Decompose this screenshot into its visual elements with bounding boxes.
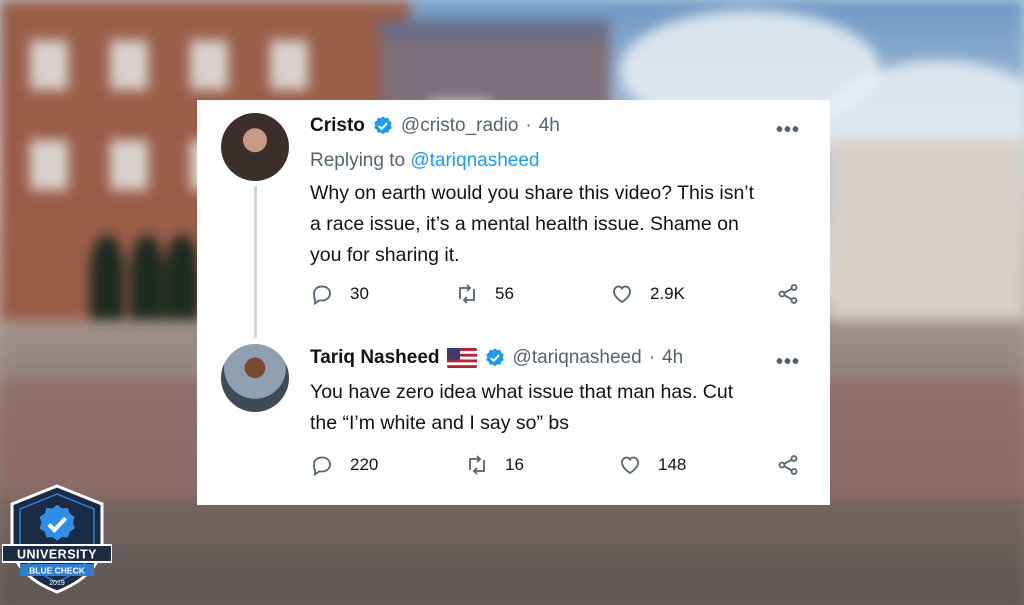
us-flag-icon xyxy=(446,348,477,368)
heart-icon xyxy=(621,456,639,475)
retweet-icon xyxy=(469,455,485,475)
badge-year: 2019 xyxy=(49,580,65,587)
more-options-icon[interactable]: ••• xyxy=(776,351,800,374)
replying-to: Replying to @tariqnasheed xyxy=(310,150,540,172)
separator-dot: · xyxy=(525,115,532,136)
more-options-icon[interactable]: ••• xyxy=(776,119,800,142)
like-count: 2.9K xyxy=(650,284,685,303)
tweet-text-line: You have zero idea what issue that man h… xyxy=(310,381,734,403)
like-button[interactable]: 2.9K xyxy=(610,282,685,306)
retweet-button[interactable]: 16 xyxy=(465,453,524,477)
tweet-actions: 220 16 148 xyxy=(310,453,820,483)
avatar[interactable] xyxy=(221,344,289,412)
reply-icon xyxy=(313,285,331,306)
retweet-icon xyxy=(459,284,475,304)
display-name[interactable]: Tariq Nasheed xyxy=(310,347,440,369)
tweet-text: You have zero idea what issue that man h… xyxy=(310,377,810,439)
share-icon xyxy=(778,455,798,475)
tweet-header: Tariq Nasheed @tariqnasheed · 4h xyxy=(310,347,683,369)
badge-subtitle: BLUE CHECK xyxy=(29,566,86,576)
display-name[interactable]: Cristo xyxy=(310,115,365,137)
share-button[interactable] xyxy=(776,453,800,477)
reply-count: 220 xyxy=(350,455,379,474)
reply-count: 30 xyxy=(350,284,369,303)
tweet-text-line: you for sharing it. xyxy=(310,244,460,266)
replying-mention-link[interactable]: @tariqnasheed xyxy=(410,150,539,171)
retweet-count: 16 xyxy=(505,455,524,474)
reply-button[interactable]: 30 xyxy=(310,282,369,306)
like-count: 148 xyxy=(658,455,687,474)
heart-icon xyxy=(613,285,631,304)
tweet-thread-card: Cristo @cristo_radio · 4h ••• Replying t… xyxy=(197,100,830,505)
avatar[interactable] xyxy=(221,113,289,181)
retweet-button[interactable]: 56 xyxy=(455,282,514,306)
reply-button[interactable]: 220 xyxy=(310,453,378,477)
share-button[interactable] xyxy=(776,282,800,306)
share-icon xyxy=(778,284,798,304)
tweet-text-line: the “I’m white and I say so” bs xyxy=(310,412,570,434)
tweet-text: Why on earth would you share this video?… xyxy=(310,178,810,271)
user-handle[interactable]: @tariqnasheed xyxy=(513,347,642,369)
tweet-header: Cristo @cristo_radio · 4h xyxy=(310,115,560,137)
user-handle[interactable]: @cristo_radio xyxy=(401,115,519,137)
retweet-count: 56 xyxy=(495,284,514,303)
tweet-text-line: Why on earth would you share this video?… xyxy=(310,182,755,204)
separator-dot: · xyxy=(648,347,656,368)
tweet-actions: 30 56 2.9K xyxy=(310,282,820,312)
thread-connector-line xyxy=(254,186,257,338)
like-button[interactable]: 148 xyxy=(618,453,686,477)
replying-label: Replying to xyxy=(310,150,406,171)
verified-badge-icon xyxy=(485,348,504,367)
university-blue-check-badge: UNIVERSITY BLUE CHECK 2019 xyxy=(2,484,112,594)
timestamp[interactable]: 4h xyxy=(539,115,560,137)
verified-badge-icon xyxy=(374,116,392,135)
timestamp[interactable]: 4h xyxy=(662,347,683,369)
badge-title: UNIVERSITY xyxy=(17,548,97,562)
tweet-text-line: a race issue, it’s a mental health issue… xyxy=(310,213,739,235)
reply-icon xyxy=(313,456,331,477)
